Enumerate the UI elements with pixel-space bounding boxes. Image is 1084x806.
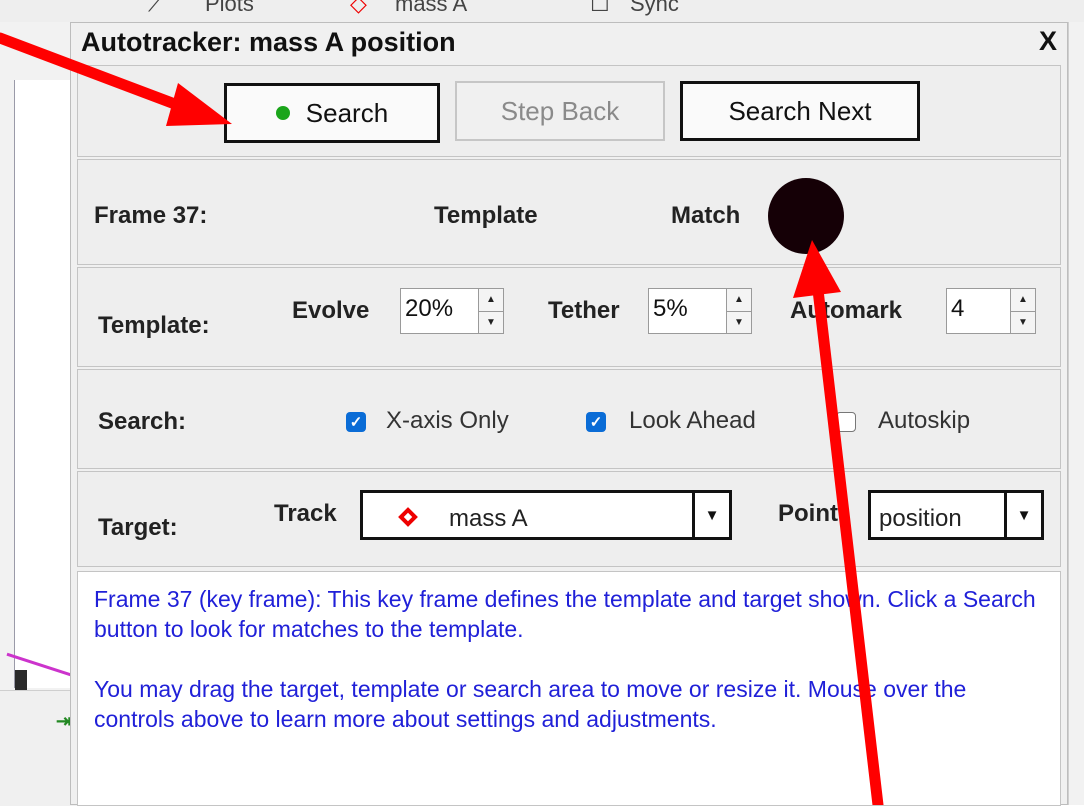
automark-up-icon[interactable]: ▲ — [1011, 289, 1035, 311]
tether-spinner[interactable]: 5% ▲ ▼ — [648, 288, 752, 334]
autoskip-label[interactable]: Autoskip — [878, 407, 970, 435]
search-options-row: Search: ✓ X-axis Only ✓ Look Ahead Autos… — [77, 369, 1061, 469]
frame-row: Frame 37: Template Match — [77, 159, 1061, 265]
sync-label[interactable]: Sync — [630, 0, 679, 17]
search-status-dot-icon — [275, 106, 290, 120]
step-back-button[interactable]: Step Back — [455, 81, 665, 141]
automark-down-icon[interactable]: ▼ — [1011, 310, 1035, 333]
track-select-label: Track — [274, 500, 337, 527]
plots-icon[interactable]: ⟋ — [148, 0, 163, 17]
search-button-label: Search — [305, 97, 389, 128]
message-paragraph-2: You may drag the target, template or sea… — [94, 676, 967, 732]
automark-spinner[interactable]: 4 ▲ ▼ — [946, 288, 1036, 334]
target-row: Target: Track mass A ▼ Point position ▼ — [77, 471, 1061, 567]
match-preview-label: Match — [671, 202, 741, 229]
search-options-label: Search: — [98, 408, 187, 435]
track-dropdown-icon[interactable]: ▼ — [692, 493, 729, 537]
search-next-button[interactable]: Search Next — [680, 81, 920, 141]
close-button[interactable]: X — [1039, 26, 1057, 57]
instructions-message: Frame 37 (key frame): This key frame def… — [77, 571, 1061, 806]
track-select-value: mass A — [449, 505, 528, 532]
evolve-spinner[interactable]: 20% ▲ ▼ — [400, 288, 504, 334]
evolve-up-icon[interactable]: ▲ — [479, 289, 503, 311]
sync-checkbox[interactable]: ☐ — [590, 0, 610, 17]
track-label[interactable]: mass A — [395, 0, 467, 17]
background-bottom-toolbar: ⇥ — [0, 690, 78, 806]
target-label: Target: — [98, 514, 178, 541]
look-ahead-label[interactable]: Look Ahead — [629, 407, 756, 435]
search-next-button-label: Search Next — [728, 95, 872, 126]
video-view[interactable] — [6, 80, 84, 762]
automark-label: Automark — [790, 297, 903, 324]
autotracker-dialog: Autotracker: mass A position X Search St… — [70, 22, 1068, 806]
template-row: Template: Evolve 20% ▲ ▼ Tether 5% ▲ ▼ Aut… — [77, 267, 1061, 367]
x-axis-only-checkbox[interactable]: ✓ — [346, 412, 366, 432]
search-buttons-row: Search Step Back Search Next — [77, 65, 1061, 157]
tether-label: Tether — [548, 297, 620, 324]
tether-up-icon[interactable]: ▲ — [727, 289, 751, 311]
title-bar[interactable]: Autotracker: mass A position X — [71, 23, 1067, 65]
evolve-down-icon[interactable]: ▼ — [479, 310, 503, 333]
track-diamond-icon — [398, 507, 418, 527]
search-button[interactable]: Search — [224, 83, 440, 143]
point-dropdown-icon[interactable]: ▼ — [1004, 493, 1041, 537]
look-ahead-checkbox[interactable]: ✓ — [586, 412, 606, 432]
tether-value[interactable]: 5% — [649, 289, 726, 333]
automark-value[interactable]: 4 — [947, 289, 1010, 333]
point-select[interactable]: position ▼ — [868, 490, 1044, 540]
template-settings-label: Template: — [98, 312, 210, 339]
template-preview-label: Template — [434, 202, 538, 229]
track-select[interactable]: mass A ▼ — [360, 490, 732, 540]
evolve-label: Evolve — [292, 297, 370, 324]
background-toolbar: ⟋ Plots ◇ mass A ☐ Sync — [0, 0, 1084, 23]
x-axis-only-label[interactable]: X-axis Only — [386, 407, 509, 435]
message-paragraph-1: Frame 37 (key frame): This key frame def… — [94, 586, 1036, 642]
dialog-title: Autotracker: mass A position — [81, 27, 456, 57]
frame-label: Frame 37: — [94, 202, 208, 229]
tether-down-icon[interactable]: ▼ — [727, 310, 751, 333]
point-select-value: position — [879, 505, 962, 532]
point-select-label: Point — [778, 500, 838, 527]
track-marker-icon: ◇ — [350, 0, 367, 16]
autoskip-checkbox[interactable] — [836, 412, 856, 432]
plots-label[interactable]: Plots — [205, 0, 254, 17]
background-right-panel — [1068, 22, 1084, 805]
step-back-button-label: Step Back — [500, 95, 620, 126]
match-preview-image — [768, 178, 844, 254]
step-icon[interactable]: ⇥ — [56, 711, 71, 732]
evolve-value[interactable]: 20% — [401, 289, 478, 333]
